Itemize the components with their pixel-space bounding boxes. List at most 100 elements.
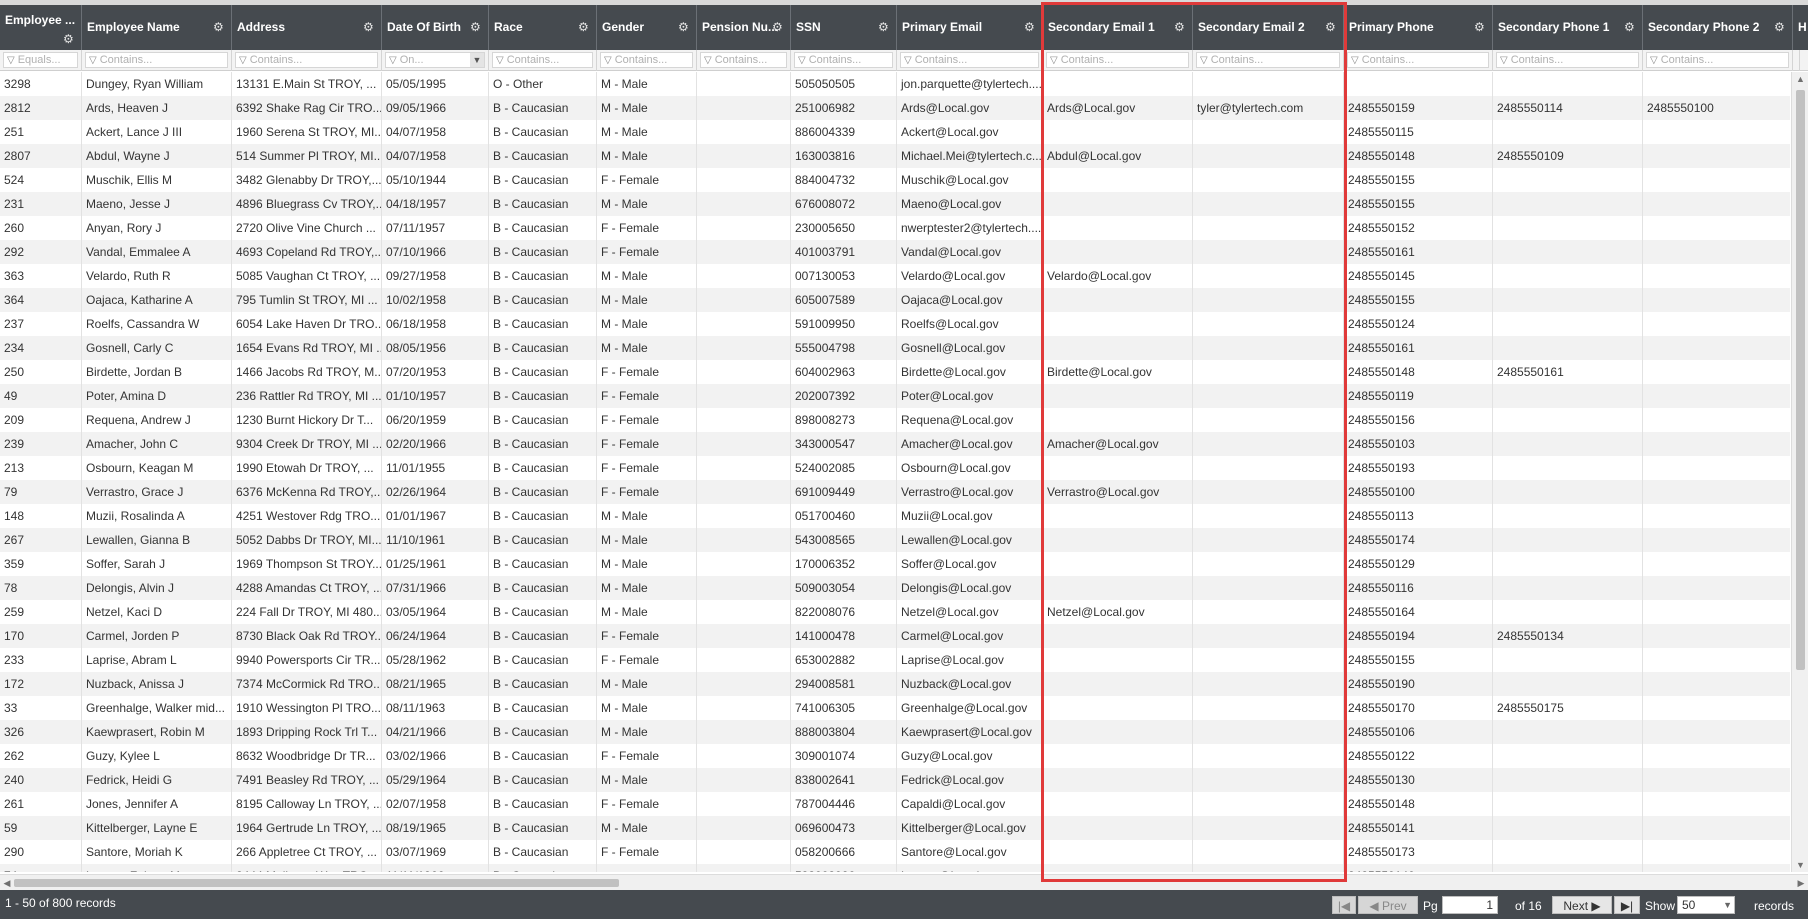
table-row[interactable]: 79 Verrastro, Grace J 6376 McKenna Rd TROY… [0,480,1790,504]
filter-icon: ▽ [1500,55,1508,66]
gear-icon[interactable]: ⚙ [578,21,590,33]
filter-dropdown-icon[interactable]: ▼ [470,53,484,67]
table-row[interactable]: 239 Amacher, John C 9304 Creek Dr TROY, MI… [0,432,1790,456]
filter-input-race[interactable]: ▽ Contains... [492,52,593,68]
gear-icon[interactable]: ⚙ [1024,21,1036,33]
prev-page-button[interactable]: ◀ Prev [1358,896,1418,914]
table-row[interactable]: 262 Guzy, Kylee L 8632 Woodbridge Dr TR...… [0,744,1790,768]
filter-input-secondary-email-2[interactable]: ▽ Contains... [1196,52,1340,68]
table-row[interactable]: 148 Muzii, Rosalinda A 4251 Westover Rdg T… [0,504,1790,528]
table-row[interactable]: 363 Velardo, Ruth R 5085 Vaughan Ct TROY, … [0,264,1790,288]
header-primary-phone[interactable]: Primary Phone ⚙ [1344,5,1493,50]
table-row[interactable]: 170 Carmel, Jorden P 8730 Black Oak Rd TRO… [0,624,1790,648]
table-row[interactable]: 261 Jones, Jennifer A 8195 Calloway Ln TRO… [0,792,1790,816]
header-employee-name[interactable]: Employee Name ⚙ [82,5,232,50]
gear-icon[interactable]: ⚙ [1774,21,1786,33]
gear-icon[interactable]: ⚙ [678,21,690,33]
scroll-right-icon[interactable]: ▶ [1794,875,1808,891]
cell-primary-phone: 2485550106 [1344,720,1493,744]
table-row[interactable]: 234 Gosnell, Carly C 1654 Evans Rd TROY, M… [0,336,1790,360]
header-secondary-phone-2[interactable]: Secondary Phone 2 ⚙ [1643,5,1793,50]
table-row[interactable]: 359 Soffer, Sarah J 1969 Thompson St TROY.… [0,552,1790,576]
filter-input-employee-id[interactable]: ▽ Equals... [3,52,78,68]
horizontal-scroll-thumb[interactable] [14,879,619,887]
horizontal-scrollbar[interactable]: ◀ ▶ [0,874,1808,890]
table-row[interactable]: 240 Fedrick, Heidi G 7491 Beasley Rd TROY,… [0,768,1790,792]
header-secondary-email-1[interactable]: Secondary Email 1 ⚙ [1043,5,1193,50]
header-h[interactable]: H [1793,5,1808,50]
header-address[interactable]: Address ⚙ [232,5,382,50]
filter-input-primary-email[interactable]: ▽ Contains... [900,52,1039,68]
header-secondary-email-2[interactable]: Secondary Email 2 ⚙ [1193,5,1344,50]
filter-input-pension-number[interactable]: ▽ Contains... [700,52,787,68]
scroll-down-icon[interactable]: ▼ [1792,858,1808,872]
gear-icon[interactable]: ⚙ [1624,21,1636,33]
table-row[interactable]: 2812 Ards, Heaven J 6392 Shake Rag Cir TRO… [0,96,1790,120]
filter-input-gender[interactable]: ▽ Contains... [600,52,693,68]
cell-secondary-email-1 [1043,552,1193,576]
filter-input-primary-phone[interactable]: ▽ Contains... [1347,52,1489,68]
next-page-button[interactable]: Next ▶ [1552,896,1612,914]
table-row[interactable]: 231 Maeno, Jesse J 4896 Bluegrass Cv TROY,… [0,192,1790,216]
table-row[interactable]: 524 Muschik, Ellis M 3482 Glenabby Dr TROY… [0,168,1790,192]
table-row[interactable]: 233 Laprise, Abram L 9940 Powersports Cir … [0,648,1790,672]
table-row[interactable]: 213 Osbourn, Keagan M 1990 Etowah Dr TROY,… [0,456,1790,480]
vertical-scroll-thumb[interactable] [1796,90,1805,670]
table-row[interactable]: 78 Delongis, Alvin J 4288 Amandas Ct TROY,… [0,576,1790,600]
table-row[interactable]: 74Lagere, Zakary M2444 Mulberry Way TRO.… [0,864,1790,872]
header-primary-email[interactable]: Primary Email ⚙ [897,5,1043,50]
scroll-left-icon[interactable]: ◀ [0,875,14,891]
gear-icon[interactable]: ⚙ [63,33,75,45]
table-row[interactable]: 33 Greenhalge, Walker mid... 1910 Wessingt… [0,696,1790,720]
header-secondary-phone-1[interactable]: Secondary Phone 1 ⚙ [1493,5,1643,50]
header-date-of-birth[interactable]: Date Of Birth ⚙ [382,5,489,50]
table-row[interactable]: 49 Poter, Amina D 236 Rattler Rd TROY, MI … [0,384,1790,408]
table-row[interactable]: 326 Kaewprasert, Robin M 1893 Dripping Roc… [0,720,1790,744]
gear-icon[interactable]: ⚙ [213,21,225,33]
table-row[interactable]: 364 Oajaca, Katharine A 795 Tumlin St TROY… [0,288,1790,312]
filter-input-date-of-birth[interactable]: ▽ On... ▼ [385,52,485,68]
table-row[interactable]: 292 Vandal, Emmalee A 4693 Copeland Rd TRO… [0,240,1790,264]
header-ssn[interactable]: SSN ⚙ [791,5,897,50]
last-page-button[interactable]: ▶| [1614,896,1640,914]
header-employee-id[interactable]: Employee ... ⚙ [0,5,82,50]
filter-input-employee-name[interactable]: ▽ Contains... [85,52,228,68]
cell-secondary-email-2 [1193,432,1344,456]
gear-icon[interactable]: ⚙ [1174,21,1186,33]
filter-input-ssn[interactable]: ▽ Contains... [794,52,893,68]
scroll-up-icon[interactable]: ▲ [1792,72,1808,86]
table-row[interactable]: 250 Birdette, Jordan B 1466 Jacobs Rd TROY… [0,360,1790,384]
cell-secondary-phone-1 [1493,744,1643,768]
filter-input-secondary-email-1[interactable]: ▽ Contains... [1046,52,1189,68]
table-row[interactable]: 259 Netzel, Kaci D 224 Fall Dr TROY, MI 48… [0,600,1790,624]
table-row[interactable]: 172 Nuzback, Anissa J 7374 McCormick Rd TR… [0,672,1790,696]
header-race[interactable]: Race ⚙ [489,5,597,50]
table-row[interactable]: 260 Anyan, Rory J 2720 Olive Vine Church .… [0,216,1790,240]
gear-icon[interactable]: ⚙ [878,21,890,33]
table-row[interactable]: 267 Lewallen, Gianna B 5052 Dabbs Dr TROY,… [0,528,1790,552]
table-row[interactable]: 290 Santore, Moriah K 266 Appletree Ct TRO… [0,840,1790,864]
filter-input-secondary-phone-1[interactable]: ▽ Contains... [1496,52,1639,68]
vertical-scrollbar[interactable]: ▲ ▼ [1791,72,1808,872]
page-size-select[interactable]: 50 ▼ [1677,896,1735,914]
gear-icon[interactable]: ⚙ [470,21,482,33]
table-row[interactable]: 59 Kittelberger, Layne E 1964 Gertrude Ln … [0,816,1790,840]
filter-input-address[interactable]: ▽ Contains... [235,52,378,68]
page-number-input[interactable]: 1 [1442,896,1498,914]
table-row[interactable]: 209 Requena, Andrew J 1230 Burnt Hickory D… [0,408,1790,432]
cell-primary-email: nwerptester2@tylertech.... [897,216,1043,240]
filter-input-secondary-phone-2[interactable]: ▽ Contains... [1646,52,1789,68]
cell-address: 9304 Creek Dr TROY, MI ... [232,432,382,456]
gear-icon[interactable]: ⚙ [363,21,375,33]
gear-icon[interactable]: ⚙ [1474,21,1486,33]
gear-icon[interactable]: ⚙ [1325,21,1337,33]
table-row[interactable]: 237 Roelfs, Cassandra W 6054 Lake Haven Dr… [0,312,1790,336]
table-row[interactable]: 2807 Abdul, Wayne J 514 Summer Pl TROY, MI… [0,144,1790,168]
gear-icon[interactable]: ⚙ [772,21,784,33]
header-gender[interactable]: Gender ⚙ [597,5,697,50]
table-row[interactable]: 3298 Dungey, Ryan William 13131 E.Main St … [0,72,1790,96]
first-page-button[interactable]: |◀ [1332,896,1356,914]
table-row[interactable]: 251 Ackert, Lance J III 1960 Serena St TRO… [0,120,1790,144]
cell-secondary-email-2 [1193,360,1344,384]
header-pension-number[interactable]: Pension Nu... ⚙ [697,5,791,50]
